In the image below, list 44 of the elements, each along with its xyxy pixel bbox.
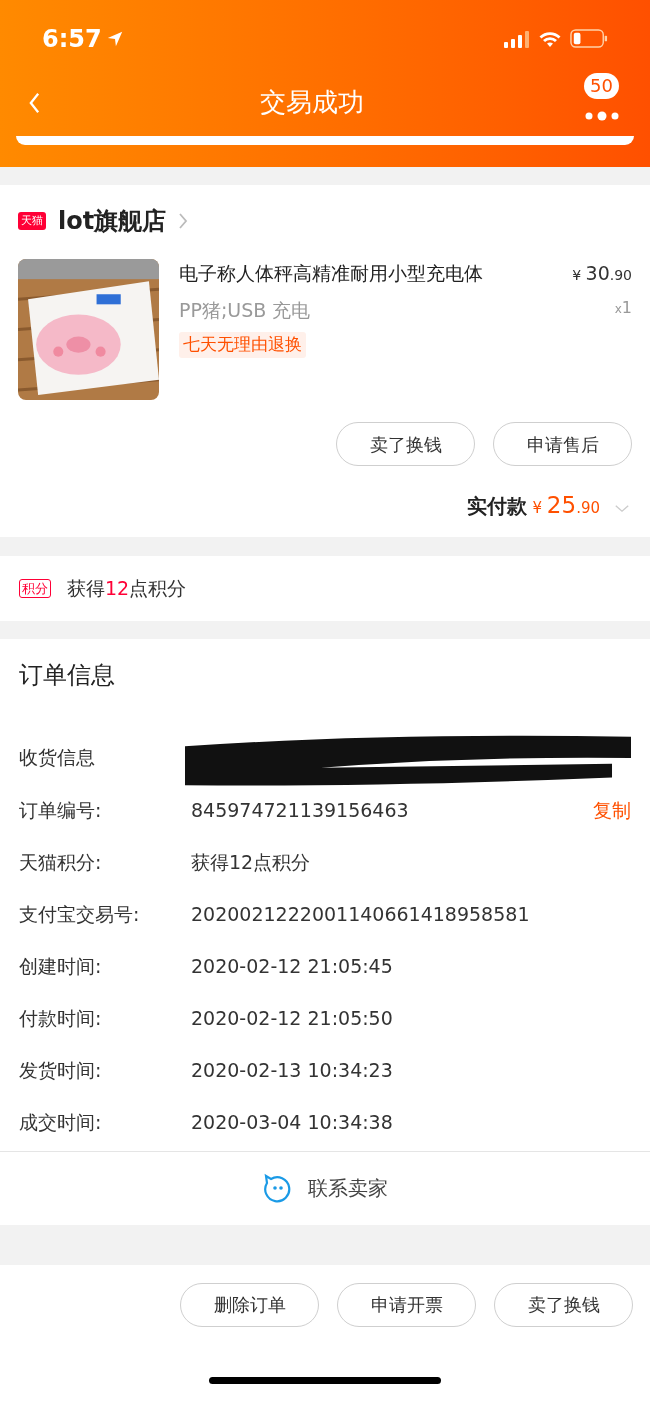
points-text: 获得12点积分	[67, 575, 187, 601]
action-button[interactable]: 申请售后	[493, 422, 632, 466]
signal-icon	[504, 29, 530, 48]
info-label: 付款时间:	[19, 1006, 103, 1032]
info-label: 创建时间:	[19, 954, 103, 980]
status-time: 6:57	[42, 23, 102, 55]
info-value: 2020-02-13 10:34:23	[191, 1058, 394, 1084]
paid-label: 实付款	[466, 493, 527, 520]
info-label: 成交时间:	[19, 1110, 103, 1136]
tmall-badge: 天猫	[18, 212, 46, 230]
action-button[interactable]: 申请开票	[337, 1282, 476, 1327]
info-label: 订单编号:	[19, 798, 103, 824]
more-icon[interactable]	[585, 110, 619, 121]
return-policy-tag: 七天无理由退换	[179, 332, 306, 358]
back-icon[interactable]	[28, 91, 41, 114]
action-button[interactable]: 删除订单	[180, 1282, 319, 1327]
points-badge: 积分	[19, 578, 51, 598]
paid-amount: ¥ 25.90	[532, 491, 600, 520]
notification-badge: 50	[584, 72, 619, 99]
info-label: 收货信息	[19, 745, 96, 771]
product-quantity: x1	[614, 296, 632, 319]
info-label: 支付宝交易号:	[19, 902, 141, 928]
info-value: 2020-02-12 21:05:45	[191, 954, 394, 980]
wifi-icon	[538, 29, 562, 48]
section-title: 订单信息	[19, 660, 115, 689]
info-value: 获得12点积分	[191, 850, 312, 876]
product-spec: PP猪;USB 充电	[179, 297, 311, 323]
product-title[interactable]: 电子称人体秤高精准耐用小型充电体	[179, 259, 483, 288]
info-value: 2020021222001140661418958581	[191, 902, 531, 928]
chevron-down-icon[interactable]	[614, 504, 630, 513]
info-label: 天猫积分:	[19, 850, 103, 876]
contact-seller-link[interactable]: 联系卖家	[308, 1173, 388, 1203]
chat-face-icon[interactable]	[262, 1173, 292, 1203]
action-button[interactable]: 卖了换钱	[494, 1282, 633, 1327]
info-label: 发货时间:	[19, 1058, 103, 1084]
chevron-right-icon[interactable]	[178, 212, 189, 230]
action-button[interactable]: 卖了换钱	[336, 422, 475, 466]
product-price: ¥ 30.90	[572, 261, 632, 286]
store-name[interactable]: lot旗舰店	[58, 203, 167, 239]
info-value: 2020-02-12 21:05:50	[191, 1006, 394, 1032]
info-value: 2020-03-04 10:34:38	[191, 1110, 394, 1136]
info-value: 845974721139156463	[191, 798, 410, 824]
battery-icon	[570, 29, 608, 48]
page-title: 交易成功	[259, 86, 364, 119]
